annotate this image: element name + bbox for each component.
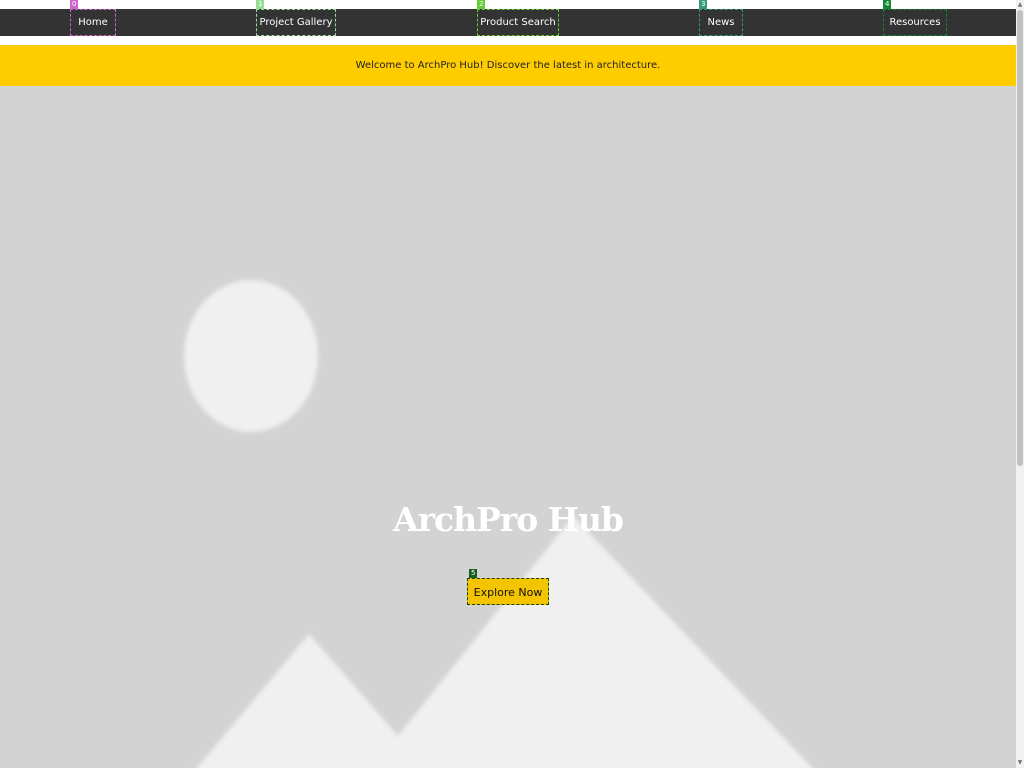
highlight-outline xyxy=(699,9,743,36)
explore-now-button[interactable]: 5 Explore Now xyxy=(467,569,549,605)
element-index-badge: 3 xyxy=(699,0,708,9)
scroll-up-arrow-icon[interactable]: ▲ xyxy=(1017,1,1023,9)
nav-link-project-gallery[interactable]: 1 Project Gallery xyxy=(256,0,336,36)
element-index-badge: 0 xyxy=(70,0,79,9)
image-placeholder-icon xyxy=(184,280,813,768)
element-index-badge: 5 xyxy=(469,569,478,578)
element-index-badge: 2 xyxy=(477,0,486,9)
highlight-outline xyxy=(477,9,559,36)
nav-link-resources[interactable]: 4 Resources xyxy=(883,0,947,36)
nav-link-home[interactable]: 0 Home xyxy=(70,0,116,36)
highlight-outline xyxy=(883,9,947,36)
nav-link-product-search[interactable]: 2 Product Search xyxy=(477,0,559,36)
welcome-banner-text: Welcome to ArchPro Hub! Discover the lat… xyxy=(355,60,661,71)
explore-now-button-label: Explore Now xyxy=(473,586,543,599)
hero-title: ArchPro Hub xyxy=(392,500,624,539)
highlight-outline xyxy=(70,9,116,36)
main-navigation: 0 Home 1 Project Gallery 2 Product Searc… xyxy=(0,0,1016,36)
scrollbar-thumb[interactable] xyxy=(1017,10,1023,466)
welcome-banner: Welcome to ArchPro Hub! Discover the lat… xyxy=(0,45,1016,86)
placeholder-sun-shape xyxy=(184,280,318,432)
nav-link-news[interactable]: 3 News xyxy=(699,0,743,36)
hero-section: ArchPro Hub 5 Explore Now xyxy=(0,86,1016,768)
placeholder-mountain-shape xyxy=(196,516,813,768)
vertical-scrollbar[interactable]: ▲ ▼ xyxy=(1016,0,1024,768)
element-index-badge: 4 xyxy=(883,0,892,9)
scroll-down-arrow-icon[interactable]: ▼ xyxy=(1017,759,1023,767)
element-index-badge: 1 xyxy=(256,0,265,9)
highlight-outline xyxy=(256,9,336,36)
